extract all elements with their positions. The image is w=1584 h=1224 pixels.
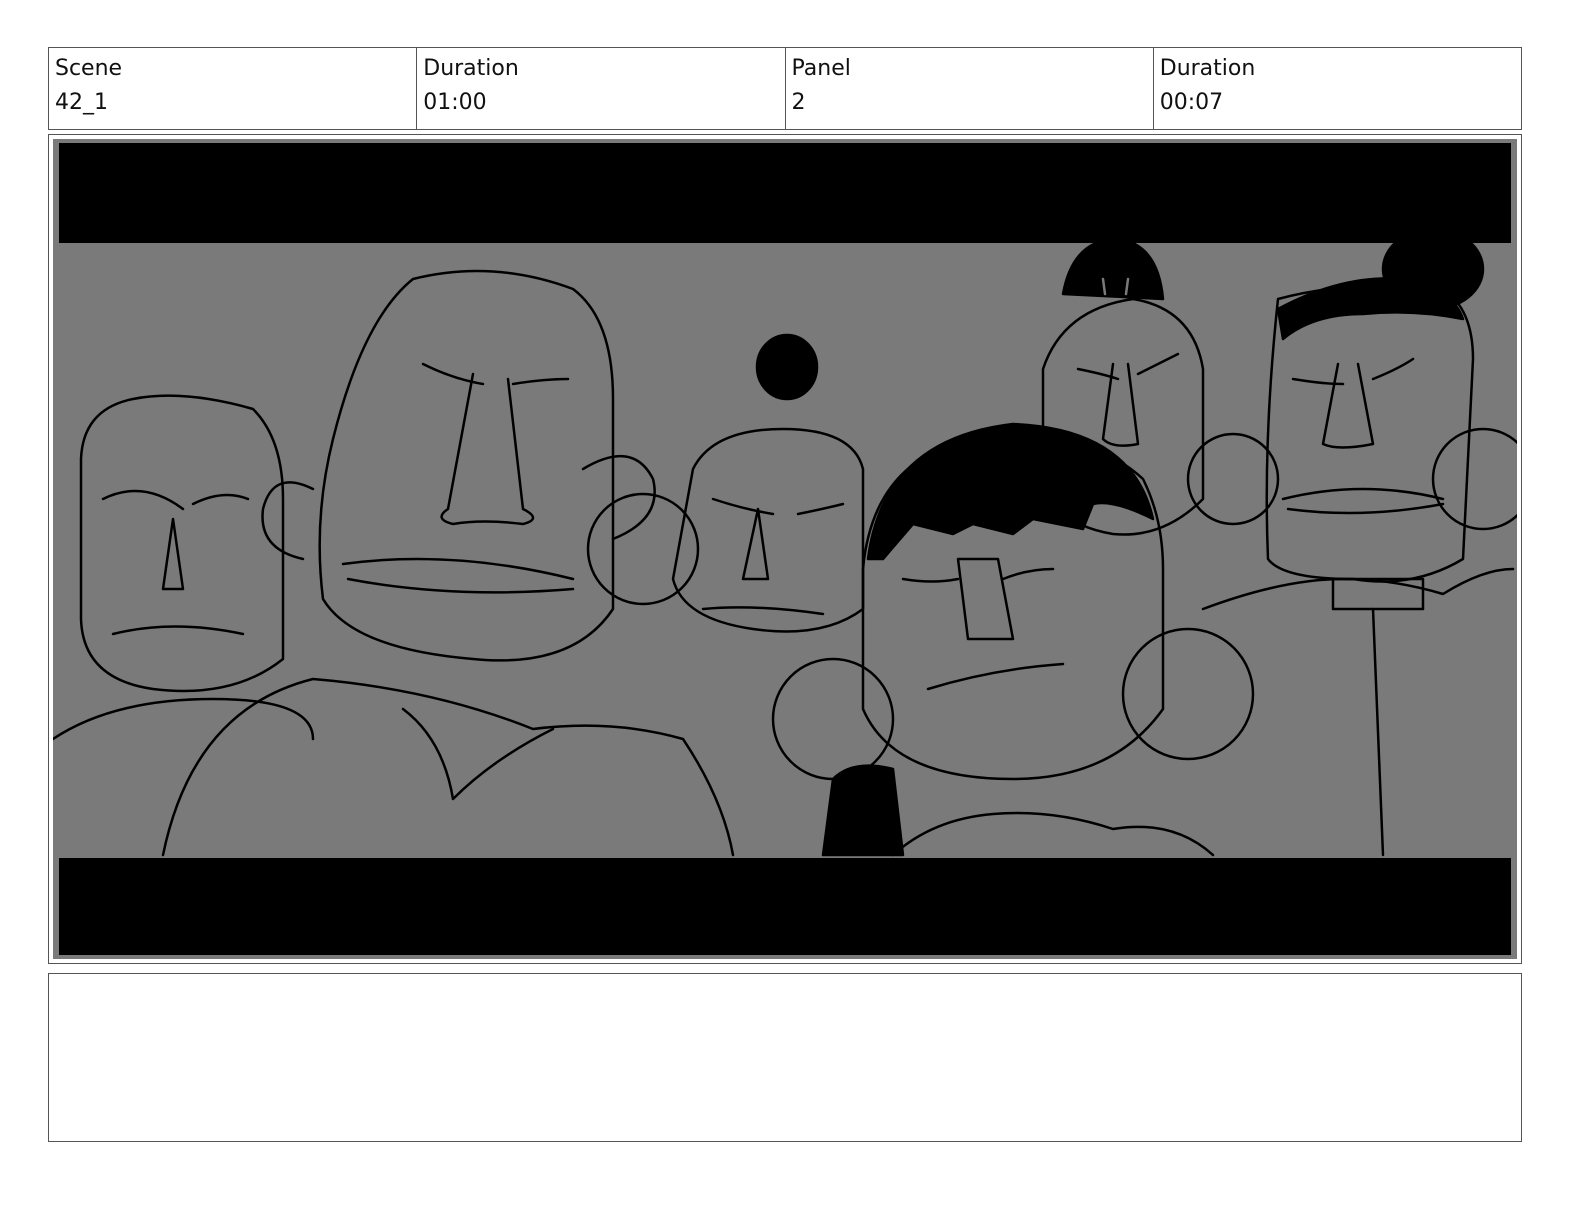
panel-info-header: Scene 42_1 Duration 01:00 Panel 2 Durati… xyxy=(48,47,1522,130)
panel-duration-cell: Duration 00:07 xyxy=(1154,48,1521,129)
panel-cell: Panel 2 xyxy=(786,48,1154,129)
top-letterbox xyxy=(59,143,1511,243)
panel-value: 2 xyxy=(791,90,806,115)
scene-duration-cell: Duration 01:00 xyxy=(417,48,786,129)
storyboard-sketch-image xyxy=(53,139,1517,959)
scene-duration-value: 01:00 xyxy=(423,90,487,115)
panel-notes-area xyxy=(48,973,1522,1142)
scene-label: Scene xyxy=(55,56,123,81)
scene-duration-label: Duration xyxy=(423,56,519,81)
panel-duration-value: 00:07 xyxy=(1159,90,1224,115)
bottom-letterbox xyxy=(59,858,1511,955)
scene-cell: Scene 42_1 xyxy=(49,48,418,129)
storyboard-panel-frame xyxy=(48,134,1522,964)
panel-duration-label: Duration xyxy=(1159,56,1256,81)
scene-value: 42_1 xyxy=(55,90,108,115)
panel-label: Panel xyxy=(791,56,851,81)
